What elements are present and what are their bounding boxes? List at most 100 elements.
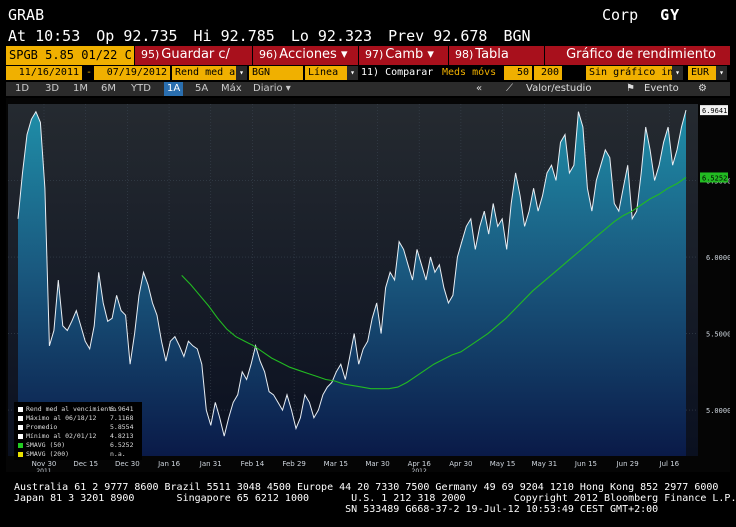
- event-button[interactable]: Evento: [644, 82, 679, 96]
- table-button-num: 98): [455, 48, 474, 61]
- mavg1-field[interactable]: 50: [504, 66, 532, 80]
- tab-5a[interactable]: 5A: [192, 82, 211, 96]
- legend-swatch: [18, 415, 23, 421]
- prev-value: Prev 92.678: [388, 27, 488, 45]
- actions-button[interactable]: 96) Acciones ▾: [252, 46, 358, 65]
- header-right: Corp GY: [602, 6, 680, 24]
- mavg-value-text: 6.5252: [702, 174, 727, 182]
- change-button-num: 97): [365, 48, 384, 61]
- function-code: GY: [660, 6, 681, 24]
- legend-swatch: [18, 424, 23, 430]
- start-date-field[interactable]: 11/16/2011: [6, 66, 82, 80]
- tab-max[interactable]: Máx: [218, 82, 245, 96]
- x-tick-label-0: Nov 30: [32, 460, 57, 468]
- lower-chart-select[interactable]: Sin gráfico infer: [586, 66, 672, 80]
- mavg2-field[interactable]: 200: [534, 66, 562, 80]
- legend-value: 6.9641: [110, 405, 134, 413]
- open-value: Op 92.735: [96, 27, 178, 45]
- footer-line-1: Australia 61 2 9777 8600 Brazil 5511 304…: [14, 482, 719, 493]
- line-chart-icon[interactable]: ⟋: [506, 82, 513, 96]
- mavg-label: Meds móvs: [442, 67, 497, 78]
- x-tick-label-14: Jun 29: [616, 460, 639, 468]
- legend-item: Promedio 5.8554: [18, 423, 133, 431]
- save-button[interactable]: 95) Guardar c/: [134, 46, 252, 65]
- tab-diario[interactable]: Diario ▾: [250, 82, 294, 96]
- high-value: Hi 92.785: [193, 27, 275, 45]
- param-row: 11/16/2011 - 07/19/2012 Rend med a ▾ BGN…: [6, 66, 730, 80]
- legend-item: Mínimo al 02/01/12 4.8213: [18, 432, 133, 440]
- y-tick-label-2: 6.0000: [706, 254, 730, 262]
- x-tick-label-15: Jul 16: [659, 460, 680, 468]
- legend-item: Máximo al 06/18/12 7.1168: [18, 414, 133, 422]
- legend-swatch: [18, 406, 23, 412]
- legend-swatch: [18, 451, 23, 457]
- x-tick-label-4: Jan 31: [199, 460, 222, 468]
- table-button[interactable]: 98) Tabla: [448, 46, 544, 65]
- date-separator: -: [86, 67, 93, 78]
- save-button-label: Guardar c/: [161, 47, 230, 62]
- x-tick-label-6: Feb 29: [282, 460, 306, 468]
- value-study-button[interactable]: Valor/estudio: [526, 82, 591, 96]
- legend-value: 5.8554: [110, 423, 134, 431]
- end-date-field[interactable]: 07/19/2012: [94, 66, 170, 80]
- change-button-label: Camb ▾: [385, 47, 434, 62]
- range-tabs: 1D 3D 1M 6M YTD 1A 5A Máx Diario ▾ « ⟋ V…: [6, 82, 730, 96]
- x-tick-label-13: Jun 15: [574, 460, 597, 468]
- save-button-num: 95): [141, 48, 160, 61]
- field-select[interactable]: Rend med a: [172, 66, 236, 80]
- last-value-text: 6.9641: [702, 107, 727, 115]
- currency-dropdown-icon[interactable]: ▾: [716, 66, 727, 80]
- currency-value: BGN: [503, 27, 531, 45]
- legend-value: 6.5252: [110, 441, 134, 449]
- legend-item: Rend med al vencimiento 6.9641: [18, 405, 133, 413]
- legend-swatch: [18, 442, 23, 448]
- y-tick-label-0: 5.0000: [706, 407, 730, 415]
- legend-item: SMAVG (200) n.a.: [18, 450, 126, 458]
- legend-label: SMAVG (200): [26, 450, 70, 458]
- table-button-label: Tabla: [475, 47, 509, 62]
- tab-ytd[interactable]: YTD: [128, 82, 154, 96]
- ticker-label: GRAB: [8, 6, 45, 24]
- x-tick-label-9: Apr 16: [408, 460, 432, 468]
- style-dropdown-icon[interactable]: ▾: [347, 66, 358, 80]
- year-label-2012: 2012: [412, 468, 427, 472]
- event-icon[interactable]: ⚑: [626, 82, 635, 96]
- source-field[interactable]: BGN: [249, 66, 303, 80]
- legend-value: n.a.: [110, 450, 126, 458]
- tab-1m[interactable]: 1M: [70, 82, 91, 96]
- actions-button-label: Acciones ▾: [279, 47, 348, 62]
- legend-value: 7.1168: [110, 414, 134, 422]
- style-select[interactable]: Línea: [305, 66, 347, 80]
- actions-button-num: 96): [259, 48, 278, 61]
- security-field[interactable]: SPGB 5.85 01/22 C: [6, 46, 134, 65]
- lower-chart-dropdown-icon[interactable]: ▾: [672, 66, 683, 80]
- toolbar: SPGB 5.85 01/22 C 95) Guardar c/ 96) Accio…: [6, 46, 730, 65]
- x-tick-label-11: May 15: [490, 460, 516, 468]
- tab-1d[interactable]: 1D: [12, 82, 32, 96]
- x-tick-label-3: Jan 16: [157, 460, 180, 468]
- field-dropdown-icon[interactable]: ▾: [236, 66, 247, 80]
- tab-3d[interactable]: 3D: [42, 82, 62, 96]
- legend-swatch: [18, 433, 23, 439]
- gear-icon[interactable]: ⚙: [698, 82, 707, 96]
- collapse-icon[interactable]: «: [476, 82, 482, 96]
- x-tick-label-8: Mar 30: [365, 460, 389, 468]
- x-tick-label-1: Dec 15: [73, 460, 98, 468]
- legend-label: Máximo al 06/18/12: [26, 414, 97, 422]
- x-tick-label-7: Mar 15: [324, 460, 348, 468]
- footer-line-2: Japan 81 3 3201 8900 Singapore 65 6212 1…: [14, 493, 736, 504]
- source-label: Corp: [602, 6, 639, 24]
- x-tick-label-12: May 31: [531, 460, 557, 468]
- x-tick-label-5: Feb 14: [241, 460, 265, 468]
- change-button[interactable]: 97) Camb ▾: [358, 46, 448, 65]
- low-value: Lo 92.323: [290, 27, 373, 45]
- compare-button[interactable]: 11) Comparar: [361, 66, 433, 80]
- time-value: At 10:53: [8, 27, 81, 45]
- chart-title: Gráfico de rendimiento: [544, 46, 730, 65]
- quote-line: At 10:53 Op 92.735 Hi 92.785 Lo 92.323 Prev …: [8, 27, 547, 45]
- tab-6m[interactable]: 6M: [98, 82, 119, 96]
- chart-legend: Rend med al vencimiento 6.9641 Máximo al 0…: [14, 402, 142, 460]
- tab-1a[interactable]: 1A: [164, 82, 184, 96]
- currency-select[interactable]: EUR: [688, 66, 716, 80]
- y-tick-label-1: 5.5000: [706, 331, 730, 339]
